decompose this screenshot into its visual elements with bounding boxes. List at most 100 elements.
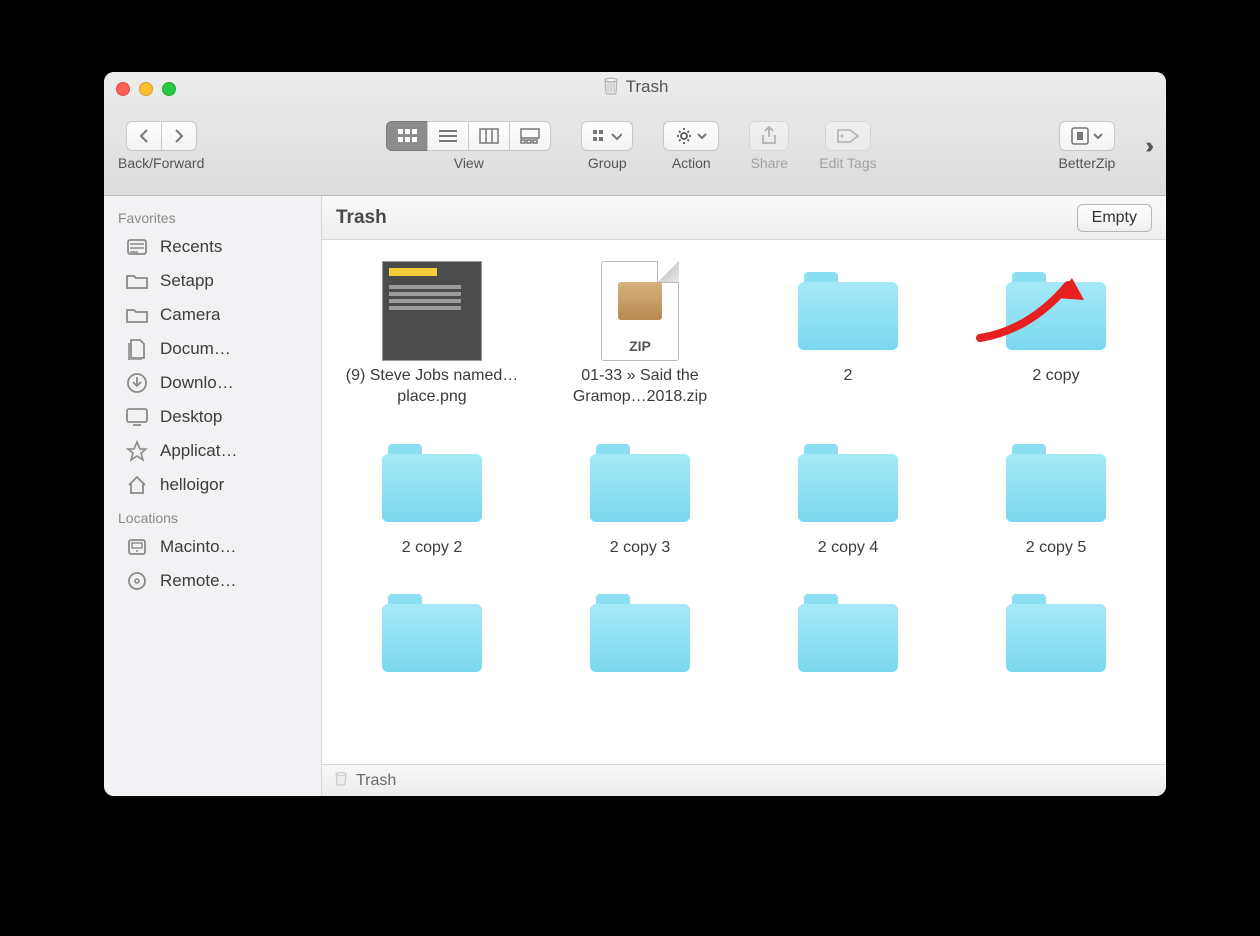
toolbar-overflow-button[interactable]: ›› [1145,133,1152,159]
view-mode-segmented [386,121,551,151]
folder-icon [379,430,485,536]
window-title: Trash [602,75,669,100]
folder-icon [1003,258,1109,364]
path-segment-label: Trash [356,772,396,790]
gallery-view-button[interactable] [509,121,551,151]
sidebar: Favorites Recents Setapp Camera [104,196,322,796]
folder-item[interactable]: 2 copy 3 [538,424,742,565]
zip-file-icon: ZIP [587,258,693,364]
traffic-lights [116,82,176,96]
folder-icon [1003,580,1109,686]
back-forward-label: Back/Forward [118,155,204,171]
file-item[interactable]: ZIP 01-33 » Said the Gramop…2018.zip [538,252,742,414]
sidebar-item-label: Desktop [160,407,222,427]
share-label: Share [751,155,788,171]
action-button[interactable] [663,121,719,151]
sidebar-item-label: Macinto… [160,537,237,557]
sidebar-item-label: Setapp [160,271,214,291]
applications-icon [124,438,150,464]
toolbar: Back/Forward [104,96,1166,195]
folder-icon [587,580,693,686]
forward-button[interactable] [161,121,197,151]
sidebar-locations-header: Locations [104,502,321,530]
trash-icon [602,75,620,100]
recents-icon [124,234,150,260]
sidebar-item-setapp[interactable]: Setapp [104,264,321,298]
zoom-window-button[interactable] [162,82,176,96]
location-title: Trash [336,207,387,229]
folder-item[interactable] [538,574,742,694]
view-label: View [454,155,484,171]
folder-item[interactable] [954,574,1158,694]
sidebar-item-macintosh-hd[interactable]: Macinto… [104,530,321,564]
folder-item[interactable]: 2 copy [954,252,1158,414]
sidebar-item-recents[interactable]: Recents [104,230,321,264]
icon-view-button[interactable] [386,121,427,151]
group-label: Group [588,155,627,171]
downloads-icon [124,370,150,396]
folder-icon [587,430,693,536]
sidebar-item-label: Recents [160,237,222,257]
sidebar-item-label: Applicat… [160,441,237,461]
group-button[interactable] [581,121,633,151]
edit-tags-label: Edit Tags [819,155,876,171]
folder-item[interactable] [330,574,534,694]
folder-item[interactable] [746,574,950,694]
desktop-icon [124,404,150,430]
folder-icon [124,268,150,294]
betterzip-label: BetterZip [1059,155,1116,171]
sidebar-item-label: Remote… [160,571,237,591]
file-item[interactable]: (9) Steve Jobs named…place.png [330,252,534,414]
folder-item[interactable]: 2 copy 2 [330,424,534,565]
edit-tags-button[interactable] [825,121,871,151]
image-thumbnail-icon [379,258,485,364]
betterzip-button[interactable] [1059,121,1115,151]
folder-icon [795,580,901,686]
content-area: Trash Empty (9) Steve Jobs named…place.p… [322,196,1166,796]
folder-icon [379,580,485,686]
file-name-label: 01-33 » Said the Gramop…2018.zip [545,366,735,408]
remote-disc-icon [124,568,150,594]
sidebar-favorites-header: Favorites [104,202,321,230]
sidebar-item-label: Downlo… [160,373,234,393]
minimize-window-button[interactable] [139,82,153,96]
window-title-text: Trash [626,77,669,97]
file-name-label: 2 copy 2 [402,538,462,559]
share-button[interactable] [749,121,789,151]
folder-item[interactable]: 2 [746,252,950,414]
action-label: Action [672,155,711,171]
home-icon [124,472,150,498]
icon-grid[interactable]: (9) Steve Jobs named…place.png ZIP 01-33… [322,240,1166,764]
file-name-label: 2 copy 4 [818,538,878,559]
folder-icon [795,430,901,536]
folder-icon [124,302,150,328]
file-name-label: (9) Steve Jobs named…place.png [337,366,527,408]
file-name-label: 2 copy [1032,366,1079,387]
sidebar-item-remote-disc[interactable]: Remote… [104,564,321,598]
folder-item[interactable]: 2 copy 4 [746,424,950,565]
disk-icon [124,534,150,560]
close-window-button[interactable] [116,82,130,96]
sidebar-item-label: helloigor [160,475,224,495]
content-header: Trash Empty [322,196,1166,240]
sidebar-item-label: Docum… [160,339,231,359]
file-name-label: 2 copy 5 [1026,538,1086,559]
sidebar-item-home[interactable]: helloigor [104,468,321,502]
sidebar-item-downloads[interactable]: Downlo… [104,366,321,400]
folder-icon [1003,430,1109,536]
column-view-button[interactable] [468,121,509,151]
list-view-button[interactable] [427,121,468,151]
path-bar[interactable]: Trash [322,764,1166,796]
folder-icon [795,258,901,364]
finder-window: Trash Back/Forward [104,72,1166,796]
documents-icon [124,336,150,362]
sidebar-item-desktop[interactable]: Desktop [104,400,321,434]
sidebar-item-applications[interactable]: Applicat… [104,434,321,468]
titlebar: Trash Back/Forward [104,72,1166,196]
empty-trash-button[interactable]: Empty [1077,204,1152,232]
folder-item[interactable]: 2 copy 5 [954,424,1158,565]
sidebar-item-camera[interactable]: Camera [104,298,321,332]
back-button[interactable] [126,121,161,151]
sidebar-item-documents[interactable]: Docum… [104,332,321,366]
trash-icon [334,770,348,791]
